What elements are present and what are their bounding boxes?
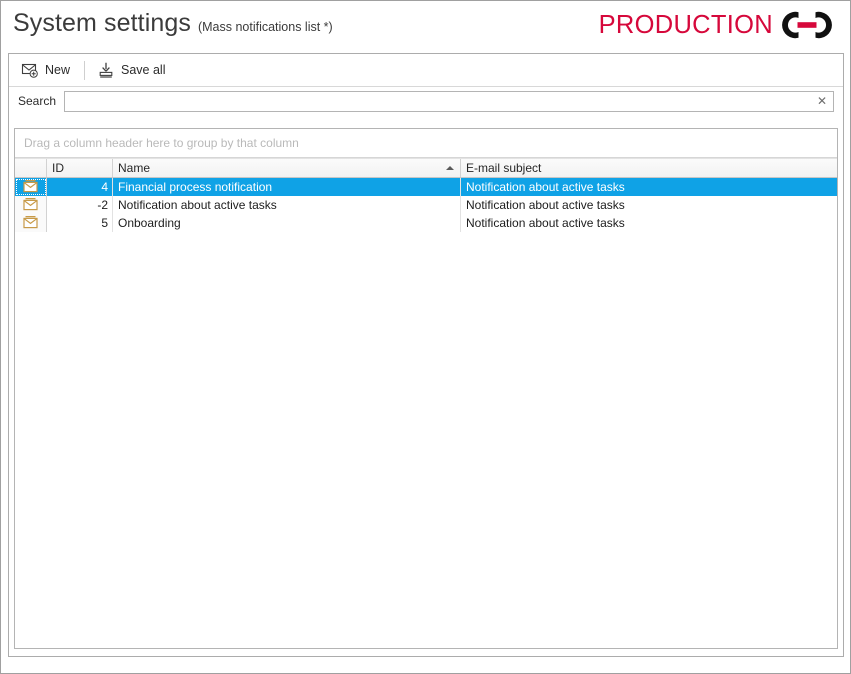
toolbar: New Save all: [9, 54, 843, 87]
search-box[interactable]: ✕: [64, 90, 834, 112]
column-header-email-subject-label: E-mail subject: [466, 161, 542, 175]
row-cell-email-subject: Notification about active tasks: [466, 198, 625, 212]
new-mail-icon: [20, 60, 40, 80]
new-button-label: New: [45, 63, 71, 77]
row-indicator: [15, 214, 47, 232]
row-cell-name: Notification about active tasks: [113, 196, 461, 214]
page-title-subtitle: (Mass notifications list *): [197, 20, 333, 34]
page-title: System settings (Mass notifications list…: [13, 11, 333, 36]
search-row: Search ✕: [9, 87, 843, 115]
column-header-email-subject[interactable]: E-mail subject: [461, 159, 837, 177]
close-icon[interactable]: ✕: [811, 92, 833, 111]
mass-mail-icon: [23, 215, 38, 232]
column-header-indicator[interactable]: [15, 159, 47, 177]
row-cell-id: 5: [47, 214, 113, 232]
save-all-button-label: Save all: [121, 63, 166, 77]
search-input[interactable]: [65, 92, 811, 110]
group-by-panel[interactable]: Drag a column header here to group by th…: [15, 129, 837, 158]
column-header-name-label: Name: [118, 161, 151, 175]
row-cell-email-subject: Notification about active tasks: [466, 180, 625, 194]
row-cell-email-subject: Notification about active tasks: [466, 216, 625, 230]
row-indicator: [15, 196, 47, 214]
search-label: Search: [18, 94, 57, 108]
column-header-name[interactable]: Name: [113, 159, 461, 177]
page-title-main: System settings: [13, 9, 191, 37]
column-header-id-label: ID: [52, 161, 64, 175]
grid-header-row: ID Name E-mail subject: [15, 158, 837, 178]
mass-mail-icon: [23, 179, 38, 196]
row-cell-id: -2: [47, 196, 113, 214]
group-by-hint: Drag a column header here to group by th…: [24, 136, 299, 150]
brand-logo: PRODUCTION: [599, 8, 840, 44]
table-row[interactable]: 4 Financial process notification Notific…: [15, 178, 837, 196]
save-icon: [96, 60, 116, 80]
row-indicator: [15, 178, 47, 196]
row-cell-id: 4: [47, 178, 113, 196]
notifications-grid: Drag a column header here to group by th…: [14, 128, 838, 649]
save-all-button[interactable]: Save all: [91, 57, 173, 84]
toolbar-separator: [84, 60, 86, 80]
mass-mail-icon: [23, 197, 38, 214]
sort-ascending-icon: [446, 166, 454, 170]
grid-body: 4 Financial process notification Notific…: [15, 178, 837, 232]
column-header-id[interactable]: ID: [47, 159, 113, 177]
content-panel: New Save all Search ✕ Drag a column head…: [8, 53, 844, 657]
title-bar: System settings (Mass notifications list…: [1, 1, 850, 51]
table-row[interactable]: -2 Notification about active tasks Notif…: [15, 196, 837, 214]
brand-name: PRODUCTION: [598, 11, 773, 40]
row-cell-name: Financial process notification: [113, 178, 461, 196]
new-button[interactable]: New: [15, 57, 78, 84]
table-row[interactable]: 5 Onboarding Notification about active t…: [15, 214, 837, 232]
chain-link-icon: [774, 8, 840, 45]
row-cell-name: Onboarding: [113, 214, 461, 232]
application-window: System settings (Mass notifications list…: [0, 0, 851, 674]
